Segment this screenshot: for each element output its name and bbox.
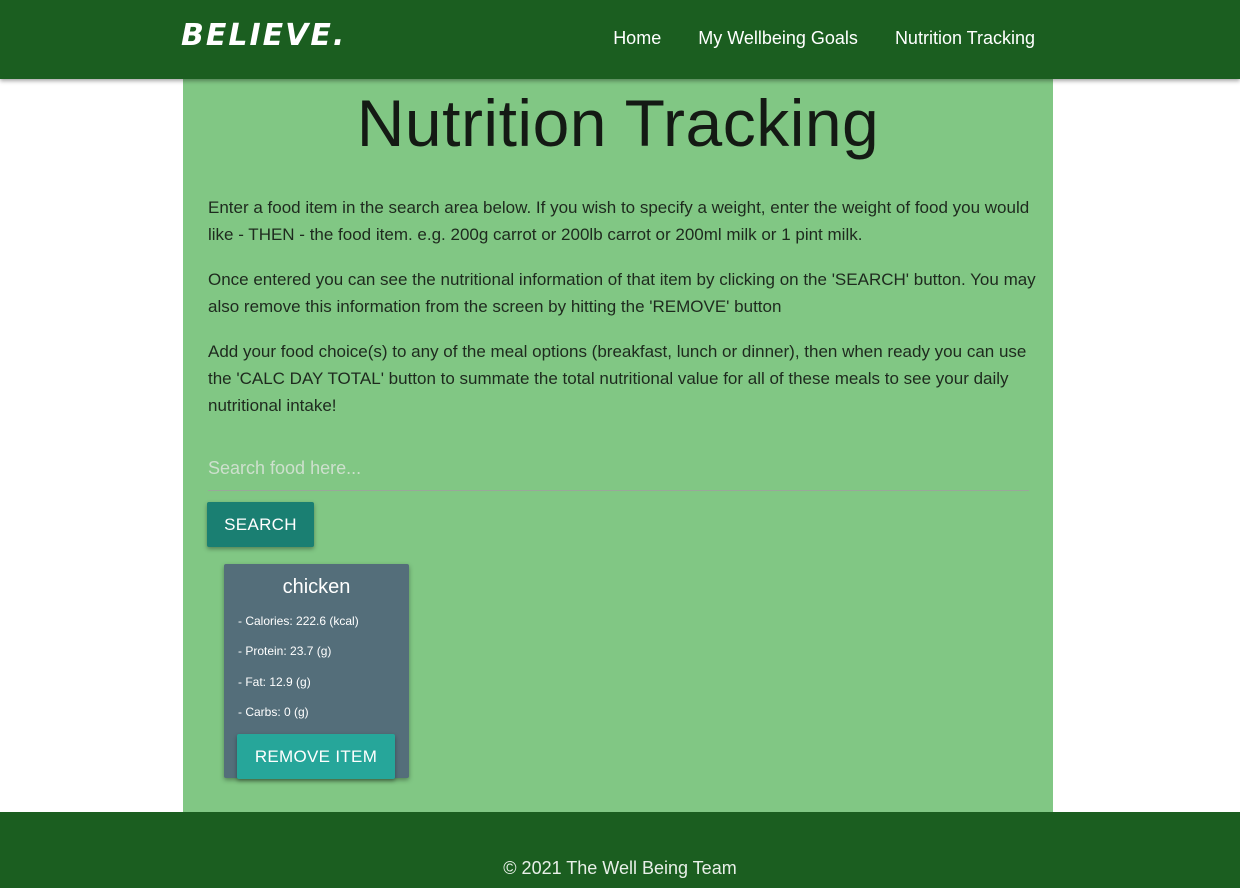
- footer-copyright: © 2021 The Well Being Team: [503, 858, 737, 878]
- food-name: chicken: [282, 576, 351, 598]
- footer: © 2021 The Well Being Team: [0, 812, 1240, 888]
- brand-logo[interactable]: BELIEVE.: [181, 18, 346, 53]
- page-title: Nutrition Tracking: [356, 86, 880, 160]
- search-button[interactable]: SEARCH: [207, 502, 314, 547]
- nutrient-protein: - Protein: 23.7 (g): [238, 644, 332, 658]
- nav-link-wellbeing-goals[interactable]: My Wellbeing Goals: [698, 28, 858, 49]
- intro-paragraph-remove: Once entered you can see the nutritional…: [208, 270, 1036, 316]
- intro-paragraph-meals: Add your food choice(s) to any of the me…: [208, 342, 1027, 415]
- intro-paragraph-search: Enter a food item in the search area bel…: [208, 198, 1030, 244]
- nutrient-fat: - Fat: 12.9 (g): [238, 675, 311, 689]
- nav-links: Home My Wellbeing Goals Nutrition Tracki…: [613, 28, 1035, 49]
- main-content: Nutrition Tracking Enter a food item in …: [183, 79, 1053, 812]
- nav-link-nutrition-tracking[interactable]: Nutrition Tracking: [895, 28, 1035, 49]
- remove-item-button[interactable]: REMOVE ITEM: [237, 734, 395, 779]
- nav-link-home[interactable]: Home: [613, 28, 661, 49]
- top-navbar: BELIEVE. Home My Wellbeing Goals Nutriti…: [0, 0, 1240, 79]
- food-result-card: chicken - Calories: 222.6 (kcal) - Prote…: [224, 564, 409, 779]
- nutrient-calories: - Calories: 222.6 (kcal): [238, 614, 359, 628]
- nutrient-carbs: - Carbs: 0 (g): [238, 705, 309, 719]
- food-search-input[interactable]: [208, 447, 1029, 491]
